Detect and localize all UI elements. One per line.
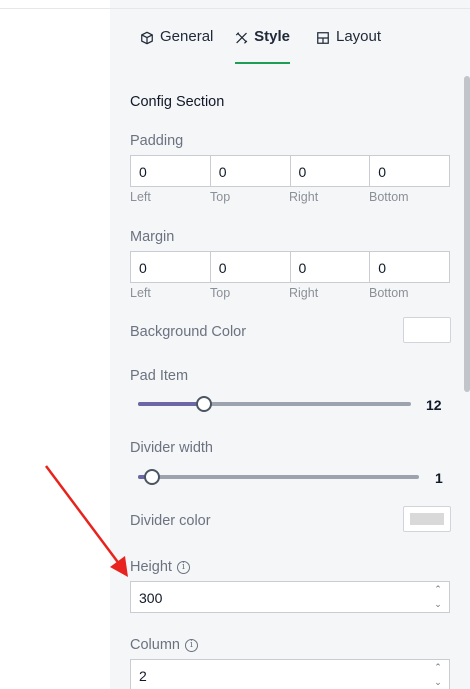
layout-icon: [317, 32, 329, 44]
chevron-up-icon[interactable]: ⌃: [427, 660, 449, 675]
padding-top-label: Top: [210, 190, 231, 204]
margin-inputs: 0 0 0 0: [130, 251, 450, 283]
tab-label: Style: [254, 28, 290, 45]
height-value: 300: [139, 590, 163, 606]
info-icon[interactable]: i: [184, 639, 198, 652]
height-input[interactable]: 300 ⌃ ⌄: [130, 581, 450, 613]
pad-item-slider[interactable]: [138, 394, 411, 414]
height-label-row: Height i: [130, 559, 190, 575]
column-value: 2: [139, 668, 147, 684]
margin-label: Margin: [130, 229, 175, 245]
pad-item-value: 12: [426, 397, 442, 413]
color-preview: [410, 324, 444, 336]
chevron-down-icon[interactable]: ⌄: [427, 597, 449, 612]
section-title: Config Section: [130, 94, 225, 110]
height-stepper: ⌃ ⌄: [427, 582, 449, 612]
background-color-picker[interactable]: [403, 317, 451, 343]
column-input[interactable]: 2 ⌃ ⌄: [130, 659, 450, 689]
settings-panel: General Style Layout Config Section Padd…: [110, 0, 470, 689]
column-label: Column: [130, 637, 180, 653]
tab-general[interactable]: General: [140, 28, 213, 64]
padding-left-input[interactable]: 0: [131, 156, 211, 186]
column-stepper: ⌃ ⌄: [427, 660, 449, 689]
divider: [0, 8, 110, 9]
padding-bottom-input[interactable]: 0: [370, 156, 449, 186]
divider-color-label: Divider color: [130, 513, 211, 529]
chevron-up-icon[interactable]: ⌃: [427, 582, 449, 597]
slider-fill: [138, 402, 204, 406]
divider-width-value: 1: [435, 470, 443, 486]
margin-top-input[interactable]: 0: [211, 252, 291, 282]
canvas-area: [0, 0, 110, 689]
padding-right-input[interactable]: 0: [291, 156, 371, 186]
tab-style[interactable]: Style: [235, 28, 290, 64]
pad-item-label: Pad Item: [130, 368, 189, 384]
slider-track: [138, 475, 419, 479]
margin-left-label: Left: [130, 286, 151, 300]
slider-thumb[interactable]: [144, 469, 161, 485]
padding-inputs: 0 0 0 0: [130, 155, 450, 187]
margin-bottom-input[interactable]: 0: [370, 252, 449, 282]
padding-top-input[interactable]: 0: [211, 156, 291, 186]
tab-label: General: [160, 28, 214, 45]
padding-bottom-label: Bottom: [369, 190, 409, 204]
margin-right-input[interactable]: 0: [291, 252, 371, 282]
slider-thumb[interactable]: [195, 396, 212, 412]
divider-color-picker[interactable]: [403, 506, 451, 532]
tab-layout[interactable]: Layout: [316, 28, 381, 64]
info-icon[interactable]: i: [176, 561, 190, 574]
tab-label: Layout: [336, 28, 382, 45]
tools-icon: [235, 32, 248, 44]
divider-width-slider[interactable]: [138, 467, 419, 487]
padding-right-label: Right: [289, 190, 319, 204]
scrollbar[interactable]: [464, 76, 470, 392]
margin-right-label: Right: [289, 286, 319, 300]
height-label: Height: [130, 559, 172, 575]
padding-label: Padding: [130, 133, 184, 149]
chevron-down-icon[interactable]: ⌄: [427, 675, 449, 689]
cube-icon: [141, 31, 153, 45]
padding-left-label: Left: [130, 190, 151, 204]
tab-bar: General Style Layout: [110, 28, 470, 64]
background-color-label: Background Color: [130, 324, 247, 340]
margin-left-input[interactable]: 0: [131, 252, 211, 282]
divider: [110, 8, 470, 9]
divider-width-label: Divider width: [130, 440, 213, 456]
margin-bottom-label: Bottom: [369, 286, 409, 300]
margin-top-label: Top: [210, 286, 231, 300]
column-label-row: Column i: [130, 637, 198, 653]
color-preview: [410, 513, 444, 525]
